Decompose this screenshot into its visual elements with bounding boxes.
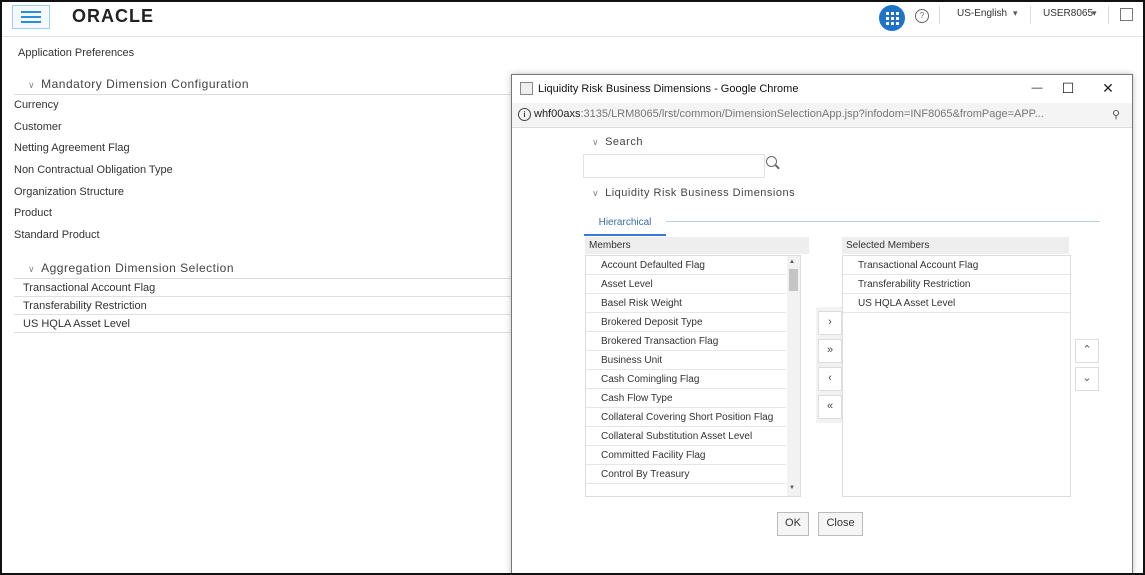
ok-button[interactable]: OK xyxy=(777,512,809,536)
screen-frame: ORACLE ? US-English ▾ USER8065 ▾ Applica… xyxy=(0,0,1145,575)
move-up-button[interactable]: ⌃ xyxy=(1075,339,1099,363)
move-down-button[interactable]: ⌄ xyxy=(1075,367,1099,391)
members-scrollbar[interactable]: ▲ ▼ xyxy=(787,256,800,496)
list-item[interactable]: Brokered Transaction Flag xyxy=(586,332,786,351)
minimize-icon[interactable]: — xyxy=(1027,79,1047,97)
dimension-item: Standard Product xyxy=(14,229,100,241)
search-section-header[interactable]: ∨ Search xyxy=(592,136,643,148)
zoom-search-icon[interactable]: ⚲ xyxy=(1112,108,1120,121)
dimension-item: Organization Structure xyxy=(14,186,125,198)
hamburger-menu-icon[interactable] xyxy=(12,5,50,29)
dimension-item: Product xyxy=(14,207,52,219)
url-path: :3135/LRM8065/lrst/common/DimensionSelec… xyxy=(580,108,1044,120)
url-host: whf00axs xyxy=(534,108,581,120)
list-item[interactable]: Cash Comingling Flag xyxy=(586,370,786,389)
dimension-item: Netting Agreement Flag xyxy=(14,142,130,154)
move-all-left-button[interactable]: « xyxy=(818,395,842,419)
mandatory-section-header[interactable]: ∨ Mandatory Dimension Configuration xyxy=(28,77,249,91)
move-right-button[interactable]: › xyxy=(818,311,842,335)
list-item[interactable]: Brokered Deposit Type xyxy=(586,313,786,332)
list-item[interactable]: Transferability Restriction xyxy=(843,275,1070,294)
list-item[interactable]: US HQLA Asset Level xyxy=(843,294,1070,313)
list-item[interactable]: Cash Flow Type xyxy=(586,389,786,408)
window-titlebar[interactable]: Liquidity Risk Business Dimensions - Goo… xyxy=(512,75,1132,103)
close-icon[interactable]: ✕ xyxy=(1098,79,1118,97)
dimension-item: Non Contractual Obligation Type xyxy=(14,164,173,176)
list-item[interactable]: Basel Risk Weight xyxy=(586,294,786,313)
window-title: Liquidity Risk Business Dimensions - Goo… xyxy=(538,83,799,95)
dimension-selection-window: Liquidity Risk Business Dimensions - Goo… xyxy=(511,74,1133,573)
list-item[interactable]: Collateral Covering Short Position Flag xyxy=(586,408,786,427)
aggregation-row[interactable]: US HQLA Asset Level xyxy=(14,316,514,333)
section-title: Mandatory Dimension Configuration xyxy=(41,77,250,91)
address-bar[interactable]: i whf00axs:3135/LRM8065/lrst/common/Dime… xyxy=(512,103,1132,128)
chevron-down-icon[interactable]: ▾ xyxy=(1092,8,1097,19)
url-text[interactable]: whf00axs:3135/LRM8065/lrst/common/Dimens… xyxy=(534,108,1044,120)
members-header: Members xyxy=(585,237,809,254)
tab-strip-line xyxy=(666,221,1100,222)
aggregation-row[interactable]: Transactional Account Flag xyxy=(14,280,514,297)
info-icon[interactable]: i xyxy=(518,108,531,121)
header-divider xyxy=(939,6,940,24)
transfer-controls: › » ‹ « xyxy=(816,307,842,423)
scroll-down-icon[interactable]: ▼ xyxy=(789,485,795,491)
selected-members-list[interactable]: Transactional Account Flag Transferabili… xyxy=(842,255,1071,497)
section-title: Search xyxy=(605,136,643,148)
dimension-item: Currency xyxy=(14,99,59,111)
aggregation-row[interactable]: Transferability Restriction xyxy=(14,298,514,315)
move-all-right-button[interactable]: » xyxy=(818,339,842,363)
top-header: ORACLE ? US-English ▾ USER8065 ▾ xyxy=(2,2,1143,37)
close-button[interactable]: Close xyxy=(818,512,863,536)
tab-hierarchical[interactable]: Hierarchical xyxy=(584,214,666,236)
help-icon[interactable]: ? xyxy=(915,9,929,23)
section-title: Liquidity Risk Business Dimensions xyxy=(605,187,796,199)
selected-members-header: Selected Members xyxy=(842,237,1069,254)
divider xyxy=(14,94,514,95)
header-divider xyxy=(1030,6,1031,24)
list-item[interactable]: Asset Level xyxy=(586,275,786,294)
window-app-icon xyxy=(520,82,533,95)
chevron-down-icon[interactable]: ▾ xyxy=(1013,8,1018,19)
collapse-caret-icon: ∨ xyxy=(592,137,600,147)
header-divider xyxy=(1108,6,1109,24)
user-menu[interactable]: USER8065 xyxy=(1043,8,1093,19)
list-item[interactable]: Control By Treasury xyxy=(586,465,786,484)
move-left-button[interactable]: ‹ xyxy=(818,367,842,391)
list-item[interactable]: Business Unit xyxy=(586,351,786,370)
oracle-logo: ORACLE xyxy=(72,6,154,26)
collapse-caret-icon: ∨ xyxy=(592,188,600,198)
language-selector[interactable]: US-English xyxy=(957,8,1007,19)
divider xyxy=(14,278,514,279)
search-input[interactable] xyxy=(583,154,765,178)
aggregation-section-header[interactable]: ∨ Aggregation Dimension Selection xyxy=(28,261,234,275)
list-item[interactable]: Account Defaulted Flag xyxy=(586,256,786,275)
maximize-icon[interactable]: ☐ xyxy=(1058,79,1078,97)
apps-grid-icon[interactable] xyxy=(879,5,905,31)
scrollbar-thumb[interactable] xyxy=(789,269,798,291)
dimension-item: Customer xyxy=(14,121,62,133)
page-title: Application Preferences xyxy=(18,47,135,59)
scroll-up-icon[interactable]: ▲ xyxy=(789,259,795,265)
messages-icon[interactable] xyxy=(1120,8,1133,21)
collapse-caret-icon: ∨ xyxy=(28,264,36,274)
list-item[interactable]: Committed Facility Flag xyxy=(586,446,786,465)
search-icon[interactable] xyxy=(766,156,777,167)
section-title: Aggregation Dimension Selection xyxy=(41,261,235,275)
collapse-caret-icon: ∨ xyxy=(28,80,36,90)
list-item[interactable]: Transactional Account Flag xyxy=(843,256,1070,275)
dimensions-section-header[interactable]: ∨ Liquidity Risk Business Dimensions xyxy=(592,187,795,199)
list-item[interactable]: Collateral Substitution Asset Level xyxy=(586,427,786,446)
members-list[interactable]: Account Defaulted Flag Asset Level Basel… xyxy=(585,255,801,497)
